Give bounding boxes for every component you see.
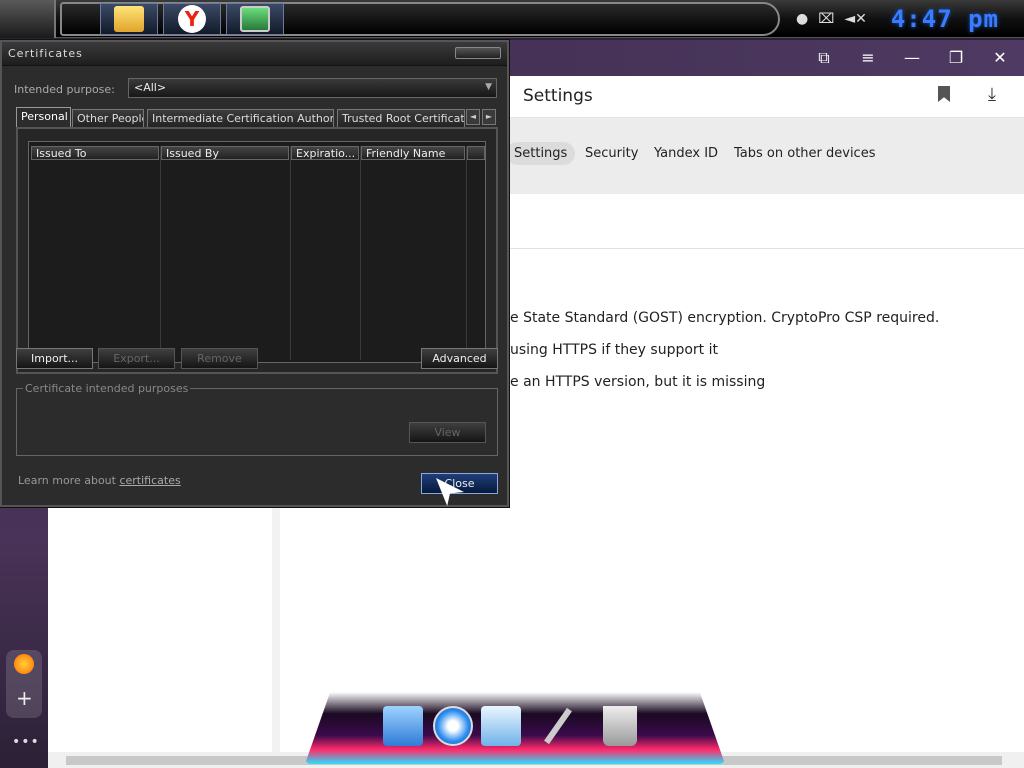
view-button[interactable]: View [409, 422, 486, 443]
column-friendly-name[interactable]: Friendly Name [361, 146, 465, 160]
intended-purpose-select[interactable]: <All> ▼ [128, 78, 497, 98]
tab-scroll-right-icon[interactable]: ► [482, 109, 496, 125]
taskbar-app-folder[interactable] [100, 3, 158, 35]
chevron-down-icon: ▼ [485, 82, 492, 92]
remove-button[interactable]: Remove [181, 348, 258, 369]
bookmark-icon[interactable] [938, 86, 950, 102]
pen-icon[interactable] [544, 707, 572, 745]
settings-nav-panel [48, 504, 280, 754]
mail-icon[interactable] [481, 706, 521, 746]
certificates-link[interactable]: certificates [119, 474, 180, 487]
certificates-dialog: Certificates Intended purpose: <All> ▼ P… [0, 40, 509, 507]
column-issued-to[interactable]: Issued To [31, 146, 159, 160]
browser-sidebar: + ••• [0, 640, 48, 768]
page-title: Settings [523, 86, 593, 106]
intended-purpose-label: Intended purpose: [14, 83, 115, 96]
add-icon[interactable]: + [16, 686, 33, 710]
tab-security[interactable]: Security [577, 142, 646, 165]
advanced-button[interactable]: Advanced [421, 348, 498, 369]
taskbar-app-yandex[interactable]: Y [163, 3, 221, 35]
certificate-list[interactable]: Issued To Issued By Expiratio... Friendl… [28, 141, 486, 363]
column-divider [160, 146, 161, 360]
monitor-icon [240, 6, 270, 32]
tab-other-people[interactable]: Other People [72, 109, 144, 127]
column-extra [467, 146, 485, 160]
import-button[interactable]: Import... [16, 348, 93, 369]
dialog-titlebar[interactable]: Certificates [2, 42, 507, 66]
more-icon[interactable]: ••• [12, 734, 40, 750]
column-divider [360, 146, 361, 360]
trash-icon[interactable] [603, 706, 637, 746]
minimize-icon[interactable]: — [900, 48, 924, 67]
collections-icon[interactable]: ⧉ [812, 48, 836, 68]
restore-icon[interactable]: ❐ [944, 48, 968, 67]
intended-purposes-legend: Certificate intended purposes [23, 382, 191, 395]
dialog-title: Certificates [8, 47, 83, 60]
network-icon[interactable]: ⌧ [818, 11, 834, 27]
column-expiration[interactable]: Expiratio... [291, 146, 359, 160]
column-issued-by[interactable]: Issued By [161, 146, 289, 160]
system-tray: ● ⌧ ◄✕ 4:47 pm [790, 4, 1020, 34]
finder-icon[interactable] [383, 706, 423, 746]
https-missing-text: e an HTTPS version, but it is missing [510, 374, 766, 390]
sidebar-app-icon[interactable] [14, 654, 34, 674]
export-button[interactable]: Export... [98, 348, 175, 369]
sidebar-apps: + [6, 650, 42, 718]
learn-more-text: Learn more about certificates [18, 474, 181, 487]
taskbar-app-monitor[interactable] [226, 3, 284, 35]
intended-purpose-value: <All> [134, 81, 167, 94]
https-setting-text: using HTTPS if they support it [510, 342, 718, 358]
tab-scroll-left-icon[interactable]: ◄ [466, 109, 480, 125]
tab-other-devices[interactable]: Tabs on other devices [726, 142, 883, 165]
close-icon[interactable]: ✕ [988, 48, 1012, 67]
column-divider [466, 146, 467, 360]
taskbar: Y ● ⌧ ◄✕ 4:47 pm [0, 0, 1024, 38]
yandex-browser-icon: Y [178, 5, 206, 33]
tab-trusted-root[interactable]: Trusted Root Certification [337, 109, 465, 127]
tab-personal[interactable]: Personal [16, 107, 71, 128]
tab-panel-personal: Issued To Issued By Expiratio... Friendl… [16, 127, 498, 374]
tab-intermediate-ca[interactable]: Intermediate Certification Authorities [147, 109, 334, 127]
learn-more-prefix: Learn more about [18, 474, 120, 487]
volume-muted-icon[interactable]: ◄✕ [844, 11, 867, 27]
clock[interactable]: 4:47 pm [891, 5, 999, 33]
column-divider [290, 146, 291, 360]
tab-yandex-id[interactable]: Yandex ID [646, 142, 726, 165]
apple-icon[interactable] [0, 0, 56, 38]
status-dot-icon[interactable]: ● [796, 11, 808, 27]
dock [305, 692, 725, 764]
safari-icon[interactable] [433, 706, 473, 746]
certificate-tabs: Personal Other People Intermediate Certi… [16, 107, 498, 128]
download-icon[interactable]: ⤓ [988, 84, 996, 105]
tab-settings[interactable]: Settings [506, 142, 576, 165]
menu-icon[interactable]: ≡ [856, 48, 880, 67]
dialog-close-icon[interactable] [455, 47, 501, 59]
folder-icon [114, 6, 144, 32]
gost-setting-text: e State Standard (GOST) encryption. Cryp… [510, 310, 940, 326]
